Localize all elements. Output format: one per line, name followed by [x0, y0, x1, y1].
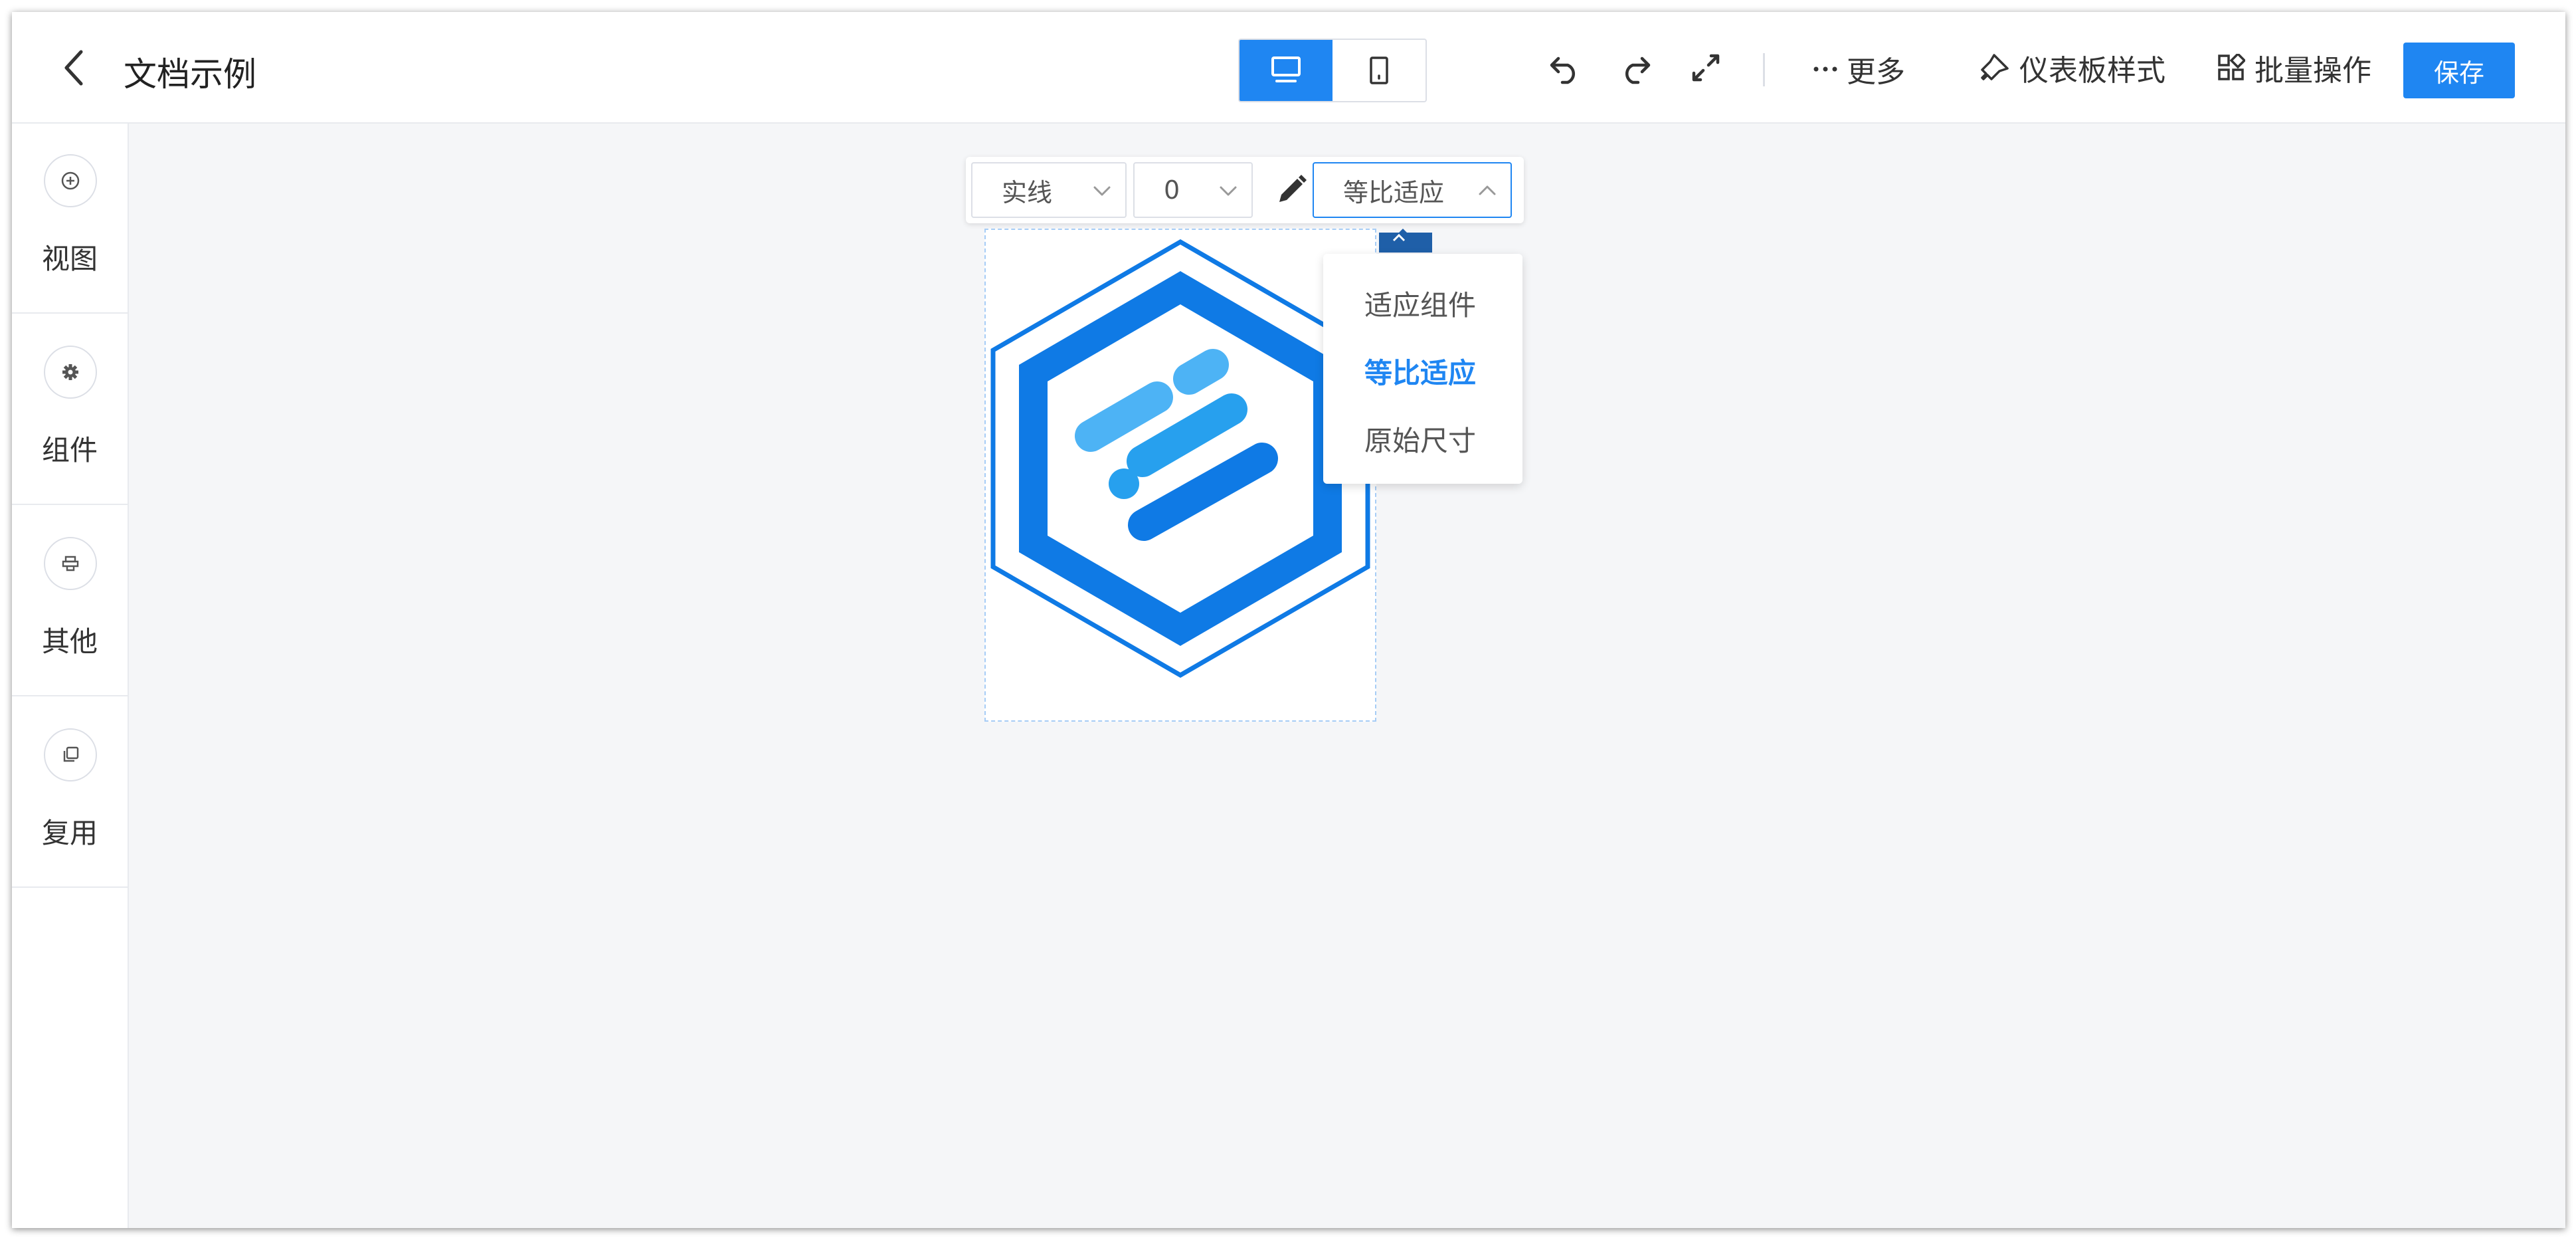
image-fit-value: 等比适应 [1343, 177, 1445, 207]
border-width-select[interactable]: 0 [1133, 162, 1253, 218]
dashboard-canvas[interactable]: 实线 0 等比适应 适应组件 等比适应 原始尺寸 [129, 124, 2565, 1228]
expand-icon [1690, 52, 1722, 84]
chevron-up-icon [1477, 181, 1497, 201]
ellipsis-icon [1812, 65, 1839, 73]
toolbar-divider [1763, 53, 1765, 86]
dashboard-style-button[interactable]: 仪表板样式 [1979, 48, 2165, 88]
undo-icon [1548, 51, 1582, 85]
grid-icon [2217, 54, 2245, 82]
image-fit-select[interactable]: 等比适应 [1313, 162, 1512, 218]
border-style-value: 实线 [1002, 177, 1053, 207]
chevron-left-icon [61, 49, 88, 86]
batch-operation-label: 批量操作 [2254, 54, 2371, 88]
sidebar-item-reuse[interactable]: 复用 [12, 698, 128, 888]
save-button[interactable]: 保存 [2403, 43, 2515, 98]
copy-icon [44, 728, 97, 781]
edit-button[interactable] [1273, 171, 1310, 209]
sidebar-item-label: 组件 [41, 434, 98, 466]
mobile-icon [1368, 56, 1390, 85]
gear-icon [44, 346, 97, 399]
sidebar-item-label: 复用 [41, 817, 98, 849]
sidebar-item-label: 其他 [41, 625, 98, 658]
mobile-view-button[interactable] [1333, 40, 1426, 101]
image-widget-toolbar: 实线 0 等比适应 [966, 157, 1524, 223]
chevron-down-icon [1092, 181, 1112, 201]
border-width-value: 0 [1164, 175, 1180, 205]
app-window: 文档示例 更多 仪表板样式 批量操作 保存 视图 组件 其他 复用 实线 0 等… [12, 12, 2565, 1228]
image-widget[interactable] [984, 229, 1376, 722]
top-bar: 文档示例 更多 仪表板样式 批量操作 保存 [12, 12, 2565, 124]
sidebar-item-components[interactable]: 组件 [12, 315, 128, 505]
sidebar-item-others[interactable]: 其他 [12, 506, 128, 696]
page-title: 文档示例 [124, 55, 256, 94]
logo-image [986, 230, 1375, 720]
batch-operation-button[interactable]: 批量操作 [2217, 48, 2371, 88]
sidebar-item-label: 视图 [41, 243, 98, 275]
widget-corner-tag [1379, 229, 1432, 253]
desktop-icon [1270, 56, 1302, 85]
redo-icon [1618, 51, 1653, 85]
fit-option-fit-component[interactable]: 适应组件 [1364, 283, 1476, 324]
undo-button[interactable] [1548, 51, 1582, 85]
more-label: 更多 [1847, 55, 1905, 89]
fit-option-original-size[interactable]: 原始尺寸 [1364, 419, 1476, 459]
fit-option-proportional[interactable]: 等比适应 [1364, 351, 1476, 391]
more-button[interactable]: 更多 [1812, 49, 1905, 89]
redo-button[interactable] [1618, 51, 1653, 85]
chevron-down-icon [1218, 181, 1238, 201]
stamp-icon [44, 537, 97, 590]
device-view-toggle [1238, 39, 1427, 102]
component-sidebar: 视图 组件 其他 复用 [12, 124, 129, 1228]
plus-circle-icon [44, 154, 97, 207]
sidebar-item-view[interactable]: 视图 [12, 124, 128, 314]
image-fit-dropdown: 适应组件 等比适应 原始尺寸 [1323, 254, 1522, 484]
brush-icon [1979, 52, 2010, 83]
border-style-select[interactable]: 实线 [971, 162, 1127, 218]
back-button[interactable] [53, 47, 96, 89]
dashboard-style-label: 仪表板样式 [2019, 54, 2165, 88]
pencil-icon [1273, 171, 1310, 209]
desktop-view-button[interactable] [1240, 40, 1333, 101]
fullscreen-button[interactable] [1690, 52, 1722, 84]
